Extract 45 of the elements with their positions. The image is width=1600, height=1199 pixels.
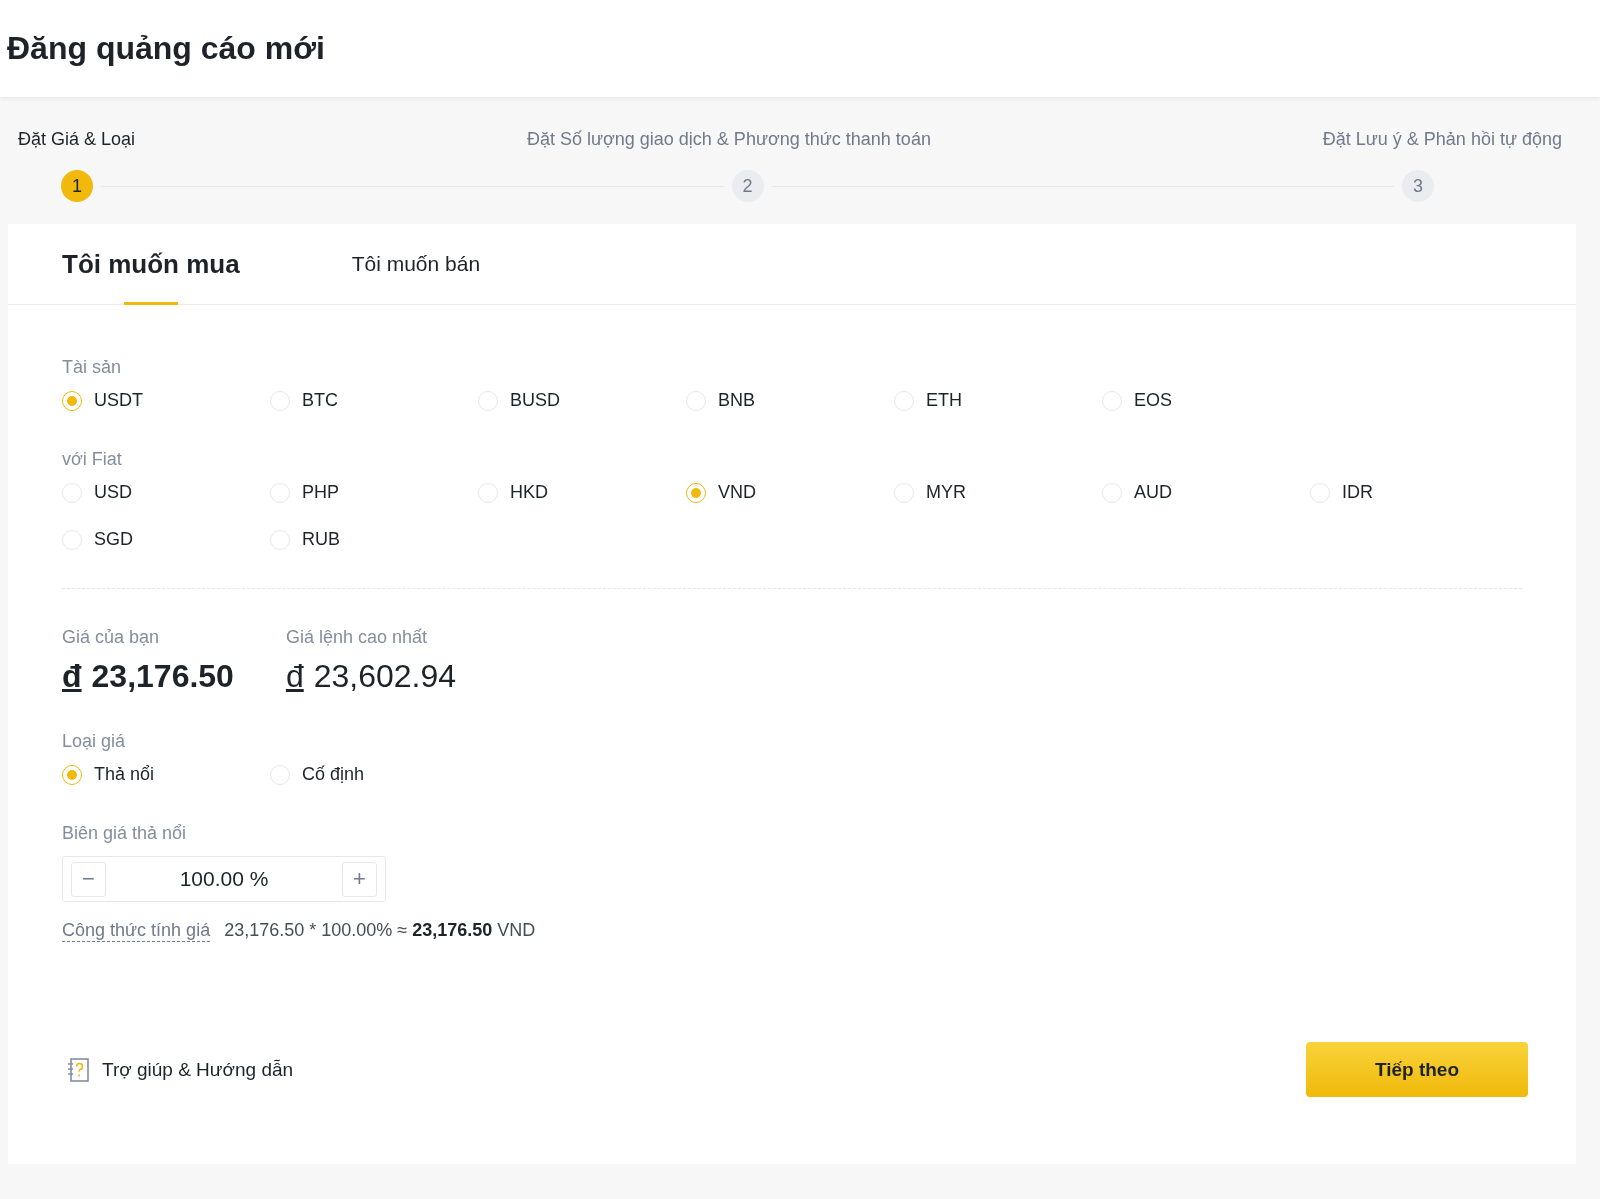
radio-label: Thả nổi	[94, 764, 155, 785]
radio-label: IDR	[1342, 482, 1373, 503]
price-value: 23,602.94	[313, 658, 457, 695]
radio-label: SGD	[94, 529, 133, 550]
field-label: Tài sản	[62, 357, 123, 378]
formula-text: 23,176.50 * 100.00% ≈ 23,176.50 VND	[224, 920, 536, 941]
tab[interactable]: Tôi muốn bán	[351, 224, 481, 304]
radio-label: VND	[718, 482, 756, 503]
help-link[interactable]: Trợ giúp & Hướng dẫn	[102, 1058, 294, 1081]
radio-label: BNB	[718, 390, 755, 411]
radio-label: HKD	[510, 482, 548, 503]
currency-symbol: đ	[285, 658, 304, 695]
margin-value: 100.00 %	[179, 867, 269, 891]
help-book-icon[interactable]	[66, 1056, 90, 1083]
radio-label: USD	[94, 482, 132, 503]
price-label: Giá lệnh cao nhất	[285, 627, 428, 648]
radio-label: BUSD	[510, 390, 560, 411]
radio-label: AUD	[1134, 482, 1172, 503]
radio-label: USDT	[94, 390, 143, 411]
step-label: Đặt Lưu ý & Phản hồi tự động	[1322, 129, 1562, 150]
radio-label: PHP	[302, 482, 339, 503]
page-title: Đăng quảng cáo mới	[7, 30, 325, 67]
margin-stepper[interactable]: − 100.00 % +	[62, 856, 386, 902]
price-label: Giá của bạn	[62, 627, 161, 648]
step-number: 2	[731, 170, 764, 202]
radio-label: BTC	[302, 390, 338, 411]
radio-label: EOS	[1134, 390, 1172, 411]
field-label: với Fiat	[62, 449, 123, 470]
step-number: 3	[1402, 170, 1434, 202]
step-number: 1	[61, 170, 93, 202]
decrement-button[interactable]: −	[71, 861, 106, 897]
radio-label: RUB	[302, 529, 340, 550]
radio-label: Cố định	[302, 764, 365, 785]
radio-label: ETH	[926, 390, 962, 411]
field-label: Biên giá thả nổi	[62, 823, 188, 844]
next-button[interactable]: Tiếp theo	[1306, 1042, 1528, 1097]
formula-link[interactable]: Công thức tính giá	[62, 920, 211, 942]
increment-button[interactable]: +	[342, 861, 377, 897]
field-label: Loại giá	[62, 731, 127, 752]
tab[interactable]: Tôi muốn mua	[62, 224, 240, 304]
price-value: 23,176.50	[91, 658, 234, 695]
step-label: Đặt Giá & Loại	[18, 129, 136, 150]
currency-symbol: đ	[62, 658, 82, 695]
step-label: Đặt Số lượng giao dịch & Phương thức thanh toán	[526, 129, 931, 150]
radio-label: MYR	[926, 482, 966, 503]
